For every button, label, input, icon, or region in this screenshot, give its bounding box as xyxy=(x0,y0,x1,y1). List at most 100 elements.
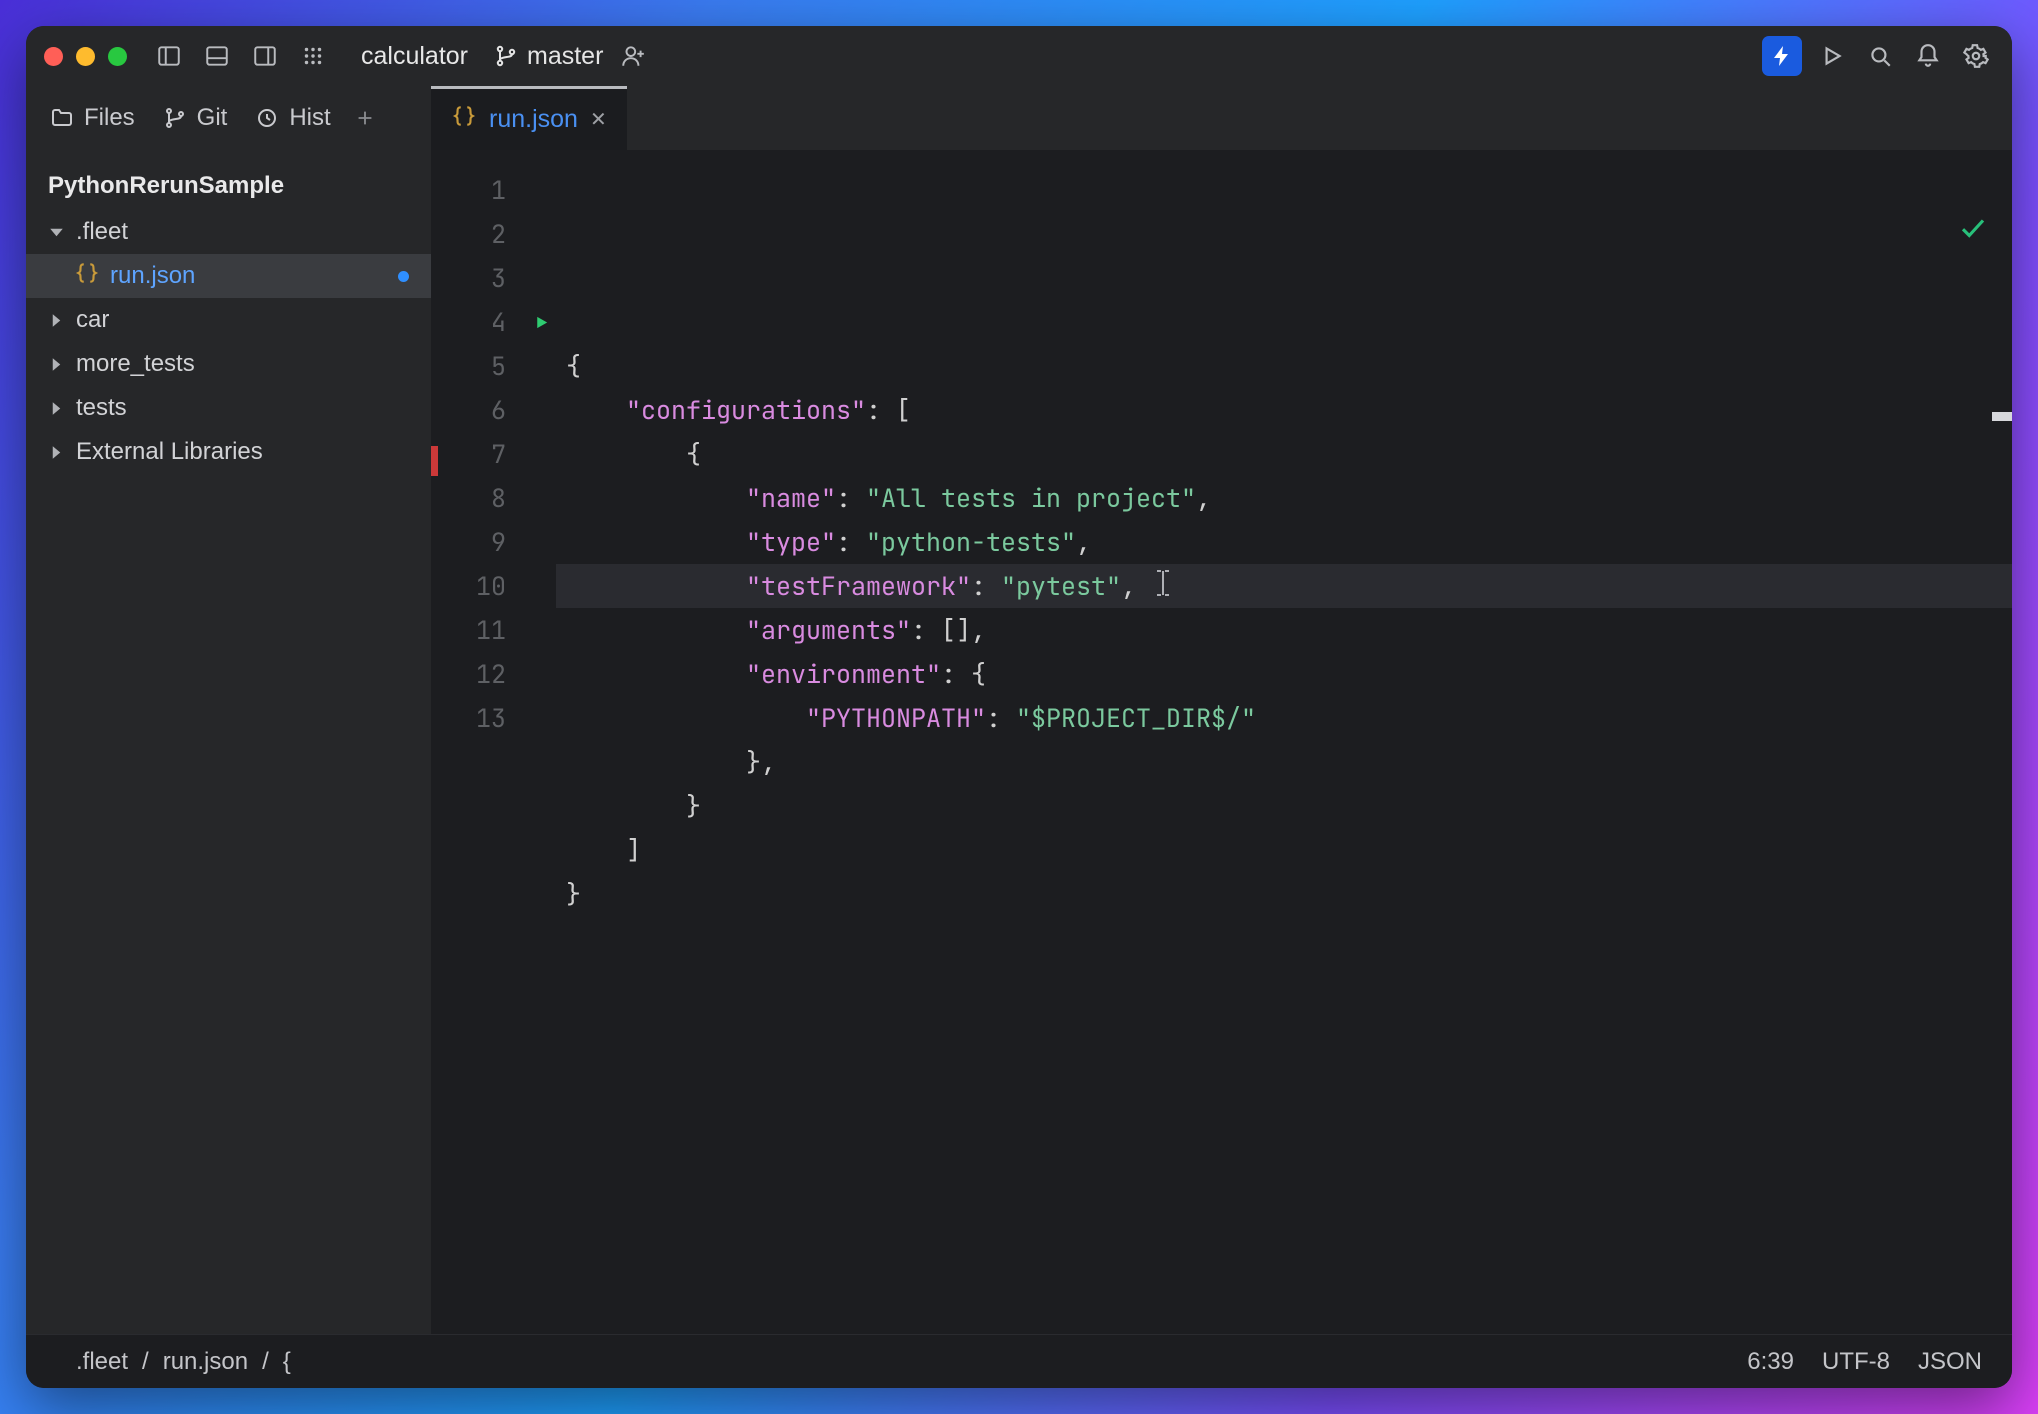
minimap-marker xyxy=(1992,412,2012,421)
code-editor[interactable]: 12345678910111213 { "configurations": [ … xyxy=(431,150,2012,1334)
gutter-cell xyxy=(526,476,556,520)
tree-item-label: car xyxy=(76,306,109,334)
minimize-window-button[interactable] xyxy=(76,47,95,66)
breadcrumb-segment[interactable]: run.json xyxy=(163,1348,248,1376)
editor-tab-runjson[interactable]: run.json ✕ xyxy=(431,86,627,150)
plus-icon xyxy=(354,107,376,129)
add-user-icon[interactable] xyxy=(615,38,651,74)
sidebar-tab-history[interactable]: Hist xyxy=(241,86,344,150)
branch-icon xyxy=(494,44,518,68)
history-icon xyxy=(255,106,279,130)
notifications-button[interactable] xyxy=(1910,38,1946,74)
code-line[interactable]: "arguments": [], xyxy=(556,608,2012,652)
gutter-cell xyxy=(526,388,556,432)
editor-tabs: run.json ✕ xyxy=(431,86,2012,150)
close-window-button[interactable] xyxy=(44,47,63,66)
line-number: 2 xyxy=(431,212,526,256)
branch-selector[interactable]: master xyxy=(494,42,603,71)
code-line[interactable]: ] xyxy=(556,828,2012,872)
chevron-right-icon[interactable] xyxy=(46,357,66,372)
gutter-cell xyxy=(526,256,556,300)
gutter-cell xyxy=(526,168,556,212)
maximize-window-button[interactable] xyxy=(108,47,127,66)
file-tree-folder[interactable]: External Libraries xyxy=(26,430,431,474)
line-number: 12 xyxy=(431,652,526,696)
gutter-cell xyxy=(526,344,556,388)
file-tree-folder[interactable]: tests xyxy=(26,386,431,430)
search-button[interactable] xyxy=(1862,38,1898,74)
branch-label: master xyxy=(527,42,603,71)
sidebar-tab-label: Git xyxy=(197,104,228,132)
code-line[interactable]: { xyxy=(556,432,2012,476)
line-number: 5 xyxy=(431,344,526,388)
project-sidebar: PythonRerunSample .fleet run.json car more_… xyxy=(26,150,431,1334)
file-tree-folder[interactable]: car xyxy=(26,298,431,342)
project-name[interactable]: calculator xyxy=(361,42,468,71)
code-line[interactable]: "configurations": [ xyxy=(556,388,2012,432)
code-line[interactable]: "PYTHONPATH": "$PROJECT_DIR$/" xyxy=(556,696,2012,740)
cursor-position[interactable]: 6:39 xyxy=(1747,1348,1794,1376)
breadcrumb-segment[interactable]: { xyxy=(283,1348,291,1376)
file-encoding[interactable]: UTF-8 xyxy=(1822,1348,1890,1376)
secondary-bar: Files Git Hist run.json ✕ xyxy=(26,86,2012,150)
code-line[interactable]: "name": "All tests in project", xyxy=(556,476,2012,520)
code-line[interactable]: "environment": { xyxy=(556,652,2012,696)
chevron-right-icon[interactable] xyxy=(46,313,66,328)
code-line[interactable]: "testFramework": "pytest", xyxy=(556,564,2012,608)
gutter-cell xyxy=(526,652,556,696)
json-file-icon xyxy=(451,103,477,136)
file-tree-folder[interactable]: .fleet xyxy=(26,210,431,254)
file-tree-folder[interactable]: more_tests xyxy=(26,342,431,386)
line-number-gutter: 12345678910111213 xyxy=(431,150,526,1334)
tree-item-label: .fleet xyxy=(76,218,128,246)
breadcrumb-separator: / xyxy=(142,1348,149,1376)
sidebar-tab-files[interactable]: Files xyxy=(36,86,149,150)
line-number: 6 xyxy=(431,388,526,432)
line-number: 3 xyxy=(431,256,526,300)
add-tab-button[interactable] xyxy=(345,107,385,129)
project-root[interactable]: PythonRerunSample xyxy=(26,162,431,210)
chevron-right-icon[interactable] xyxy=(46,445,66,460)
file-tree-file[interactable]: run.json xyxy=(26,254,431,298)
panel-right-icon[interactable] xyxy=(247,38,283,74)
apps-grid-icon[interactable] xyxy=(295,38,331,74)
code-line[interactable]: "type": "python-tests", xyxy=(556,520,2012,564)
json-file-icon xyxy=(74,260,100,293)
tree-item-label: tests xyxy=(76,394,127,422)
breadcrumb-separator: / xyxy=(262,1348,269,1376)
code-line[interactable]: { xyxy=(556,344,2012,388)
gutter-cell xyxy=(526,608,556,652)
folder-icon xyxy=(50,106,74,130)
panel-bottom-icon[interactable] xyxy=(199,38,235,74)
chevron-down-icon[interactable] xyxy=(46,225,66,240)
code-area[interactable]: { "configurations": [ { "name": "All tes… xyxy=(556,150,2012,1334)
sidebar-tabs: Files Git Hist xyxy=(26,86,431,150)
tree-item-label: more_tests xyxy=(76,350,195,378)
ai-assistant-button[interactable] xyxy=(1762,36,1802,76)
chevron-right-icon[interactable] xyxy=(46,401,66,416)
settings-button[interactable] xyxy=(1958,38,1994,74)
line-number: 13 xyxy=(431,696,526,740)
sidebar-tab-label: Files xyxy=(84,104,135,132)
code-line[interactable]: }, xyxy=(556,740,2012,784)
editor-tab-label: run.json xyxy=(489,105,578,134)
ide-window: calculator master Files xyxy=(26,26,2012,1388)
line-number: 9 xyxy=(431,520,526,564)
code-line[interactable]: } xyxy=(556,872,2012,916)
inspection-ok-icon[interactable] xyxy=(1808,168,1988,300)
file-language[interactable]: JSON xyxy=(1918,1348,1982,1376)
code-line[interactable]: } xyxy=(556,784,2012,828)
breadcrumb-segment[interactable]: .fleet xyxy=(76,1348,128,1376)
run-gutter-icon[interactable] xyxy=(533,314,550,331)
text-cursor-icon xyxy=(1154,566,1172,610)
run-button[interactable] xyxy=(1814,38,1850,74)
close-icon[interactable]: ✕ xyxy=(590,107,607,132)
breadcrumb[interactable]: .fleet / run.json / { xyxy=(76,1348,291,1376)
line-number: 11 xyxy=(431,608,526,652)
file-tree: .fleet run.json car more_teststests External… xyxy=(26,210,431,474)
line-number: 8 xyxy=(431,476,526,520)
gutter-cell xyxy=(526,564,556,608)
line-number: 10 xyxy=(431,564,526,608)
panel-left-icon[interactable] xyxy=(151,38,187,74)
sidebar-tab-git[interactable]: Git xyxy=(149,86,242,150)
